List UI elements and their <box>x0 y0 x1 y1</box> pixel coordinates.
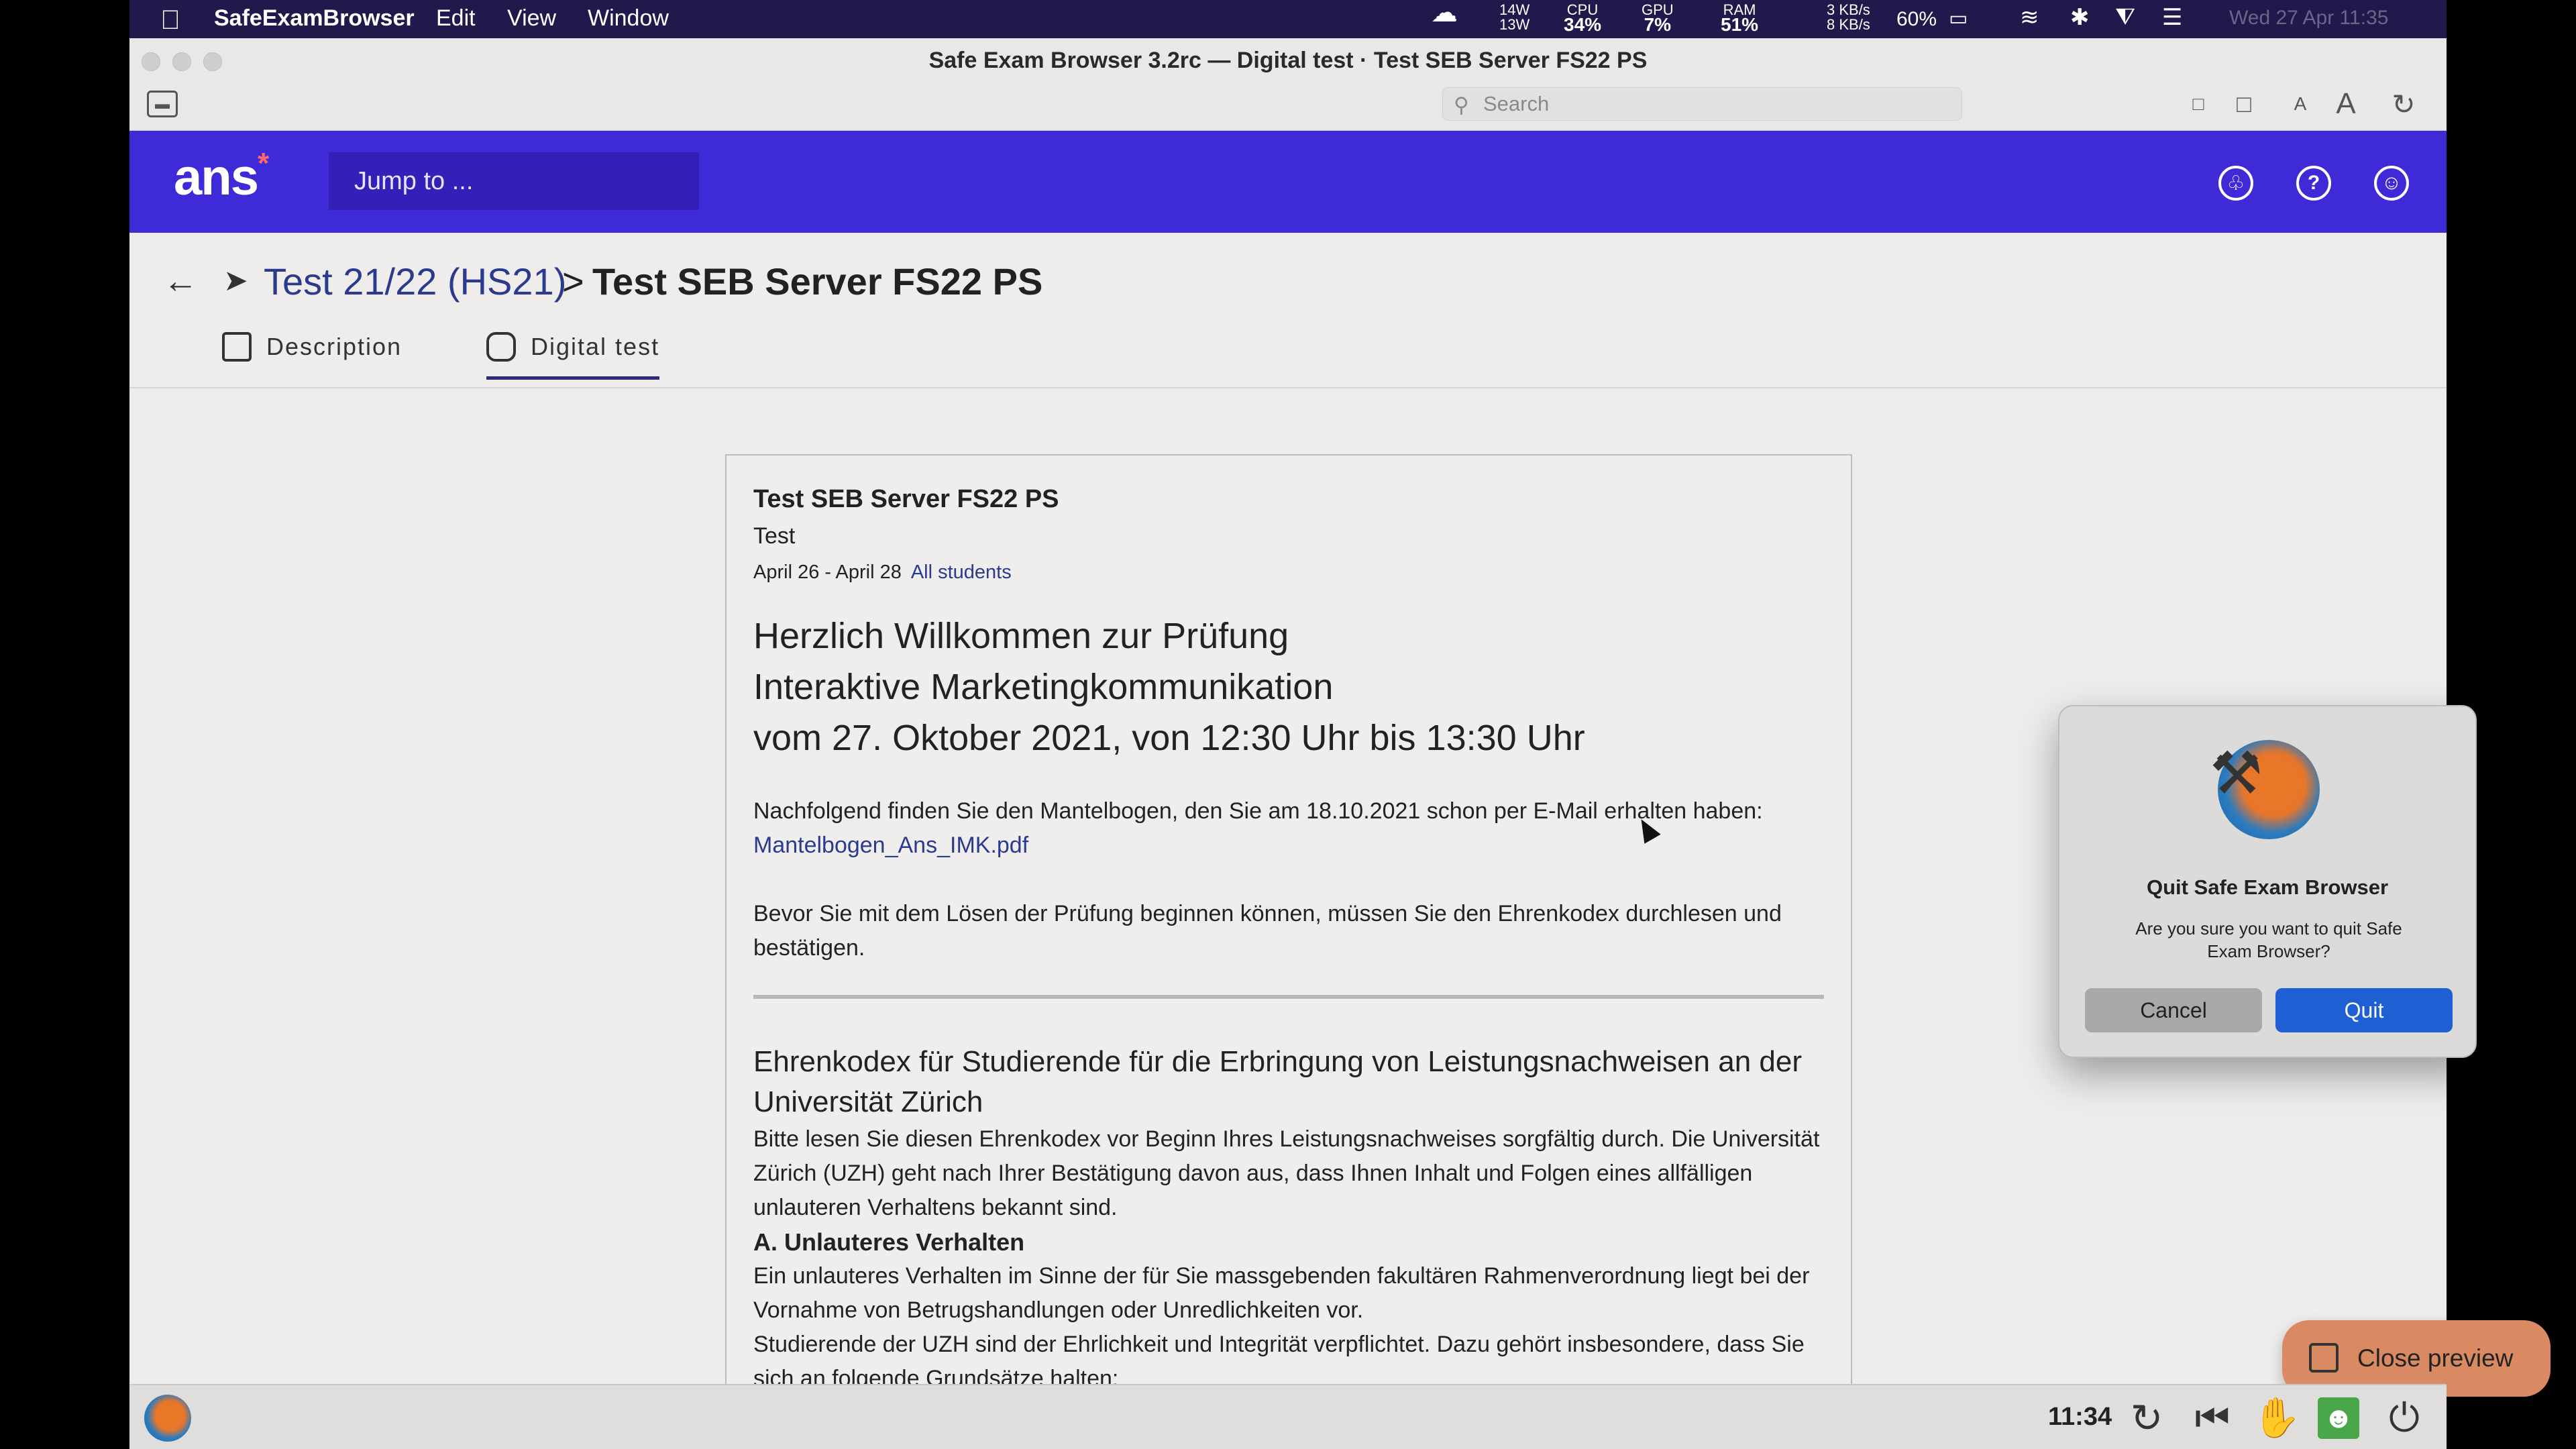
browser-window: Safe Exam Browser 3.2rc — Digital test ·… <box>129 38 2551 1449</box>
screen:  SafeExamBrowser Edit View Window ☁ 14W… <box>0 0 2576 1449</box>
logo-text: ans <box>174 149 259 206</box>
honor-code-intro: Bitte lesen Sie diesen Ehrenkodex vor Be… <box>753 1126 1820 1220</box>
clipboard-icon <box>222 332 252 362</box>
navigate-back-icon[interactable]: ⏮ <box>2189 1395 2236 1442</box>
network-stat[interactable]: 3 KB/s 8 KB/s <box>1827 3 1870 32</box>
tab-digital-test-label: Digital test <box>531 333 660 360</box>
card-subtitle: Test <box>753 523 796 549</box>
heading-line-2: Interaktive Marketingkommunikation <box>753 667 1334 707</box>
test-description-card: Test SEB Server FS22 PS Test April 26 - … <box>725 454 1852 1384</box>
intro-text: Nachfolgend finden Sie den Mantelbogen, … <box>753 798 1763 824</box>
app-header: ans* Jump to ... ♧ ? ☺ <box>129 131 2447 233</box>
close-preview-label: Close preview <box>2357 1344 2514 1372</box>
breadcrumb-area: ← ➤ Test 21/22 (HS21) > Test SEB Server … <box>129 233 2447 388</box>
text-smaller-icon[interactable]: A <box>2284 88 2316 120</box>
before-text: Bevor Sie mit dem Lösen der Prüfung begi… <box>753 901 1782 961</box>
text-larger-icon[interactable]: A <box>2330 87 2362 120</box>
bluetooth-icon[interactable]: ✱ <box>2070 4 2090 31</box>
breadcrumb-current: Test SEB Server FS22 PS <box>592 260 1043 303</box>
breadcrumb-separator: > <box>562 260 584 303</box>
quit-dialog: ⚒ Quit Safe Exam Browser Are you sure yo… <box>2058 705 2477 1058</box>
tab-digital-test[interactable]: Digital test <box>486 332 660 380</box>
seb-logo-icon[interactable] <box>144 1395 191 1442</box>
section-a-text: Ein unlauteres Verhalten im Sinne der fü… <box>753 1263 1810 1323</box>
heading-line-1: Herzlich Willkommen zur Prüfung <box>753 616 1289 656</box>
gpu-value: 7% <box>1644 14 1672 35</box>
taskbar-clock: 11:34 <box>2048 1403 2112 1431</box>
tab-description[interactable]: Description <box>222 332 402 380</box>
gpu-stat[interactable]: GPU 7% <box>1642 3 1674 35</box>
search-icon: ⚲ <box>1454 93 1469 117</box>
dialog-message: Are you sure you want to quit Safe Exam … <box>2135 918 2402 961</box>
back-arrow-icon[interactable]: ← <box>163 261 198 301</box>
proctoring-icon[interactable]: ☻ <box>2318 1397 2359 1439</box>
title-bar: Safe Exam Browser 3.2rc — Digital test ·… <box>129 38 2447 131</box>
notifications-icon[interactable]: ♧ <box>2218 166 2253 201</box>
logo-mark: * <box>257 146 269 180</box>
menu-view[interactable]: View <box>507 5 556 32</box>
menu-window[interactable]: Window <box>588 5 669 32</box>
sidebar-toggle-icon[interactable]: ▬ <box>147 91 178 117</box>
honor-code-heading: Ehrenkodex für Studierende für die Erbri… <box>753 1045 1803 1118</box>
audience-link[interactable]: All students <box>911 561 1012 583</box>
control-center-icon[interactable]: ☰ <box>2162 4 2182 31</box>
ram-value: 51% <box>1721 14 1759 35</box>
card-dates: April 26 - April 28 All students <box>753 561 1824 584</box>
apple-icon[interactable]:  <box>160 5 180 36</box>
net-bottom: 8 KB/s <box>1827 16 1870 33</box>
activity-icon[interactable]: ☁ <box>1431 0 1458 26</box>
breadcrumb-parent[interactable]: Test 21/22 (HS21) <box>264 260 566 303</box>
seb-taskbar: 11:34 ↻ ⏮ ✋ ☻ ⏻ <box>129 1384 2447 1449</box>
dialog-title: Quit Safe Exam Browser <box>2146 875 2389 899</box>
power-stat[interactable]: 14W 13W <box>1499 3 1529 32</box>
reload-page-icon[interactable]: ↻ <box>2123 1395 2170 1442</box>
attachment-link[interactable]: Mantelbogen_Ans_IMK.pdf <box>753 828 1824 863</box>
window-title: Safe Exam Browser 3.2rc — Digital test ·… <box>928 48 1648 73</box>
ans-logo[interactable]: ans* <box>174 146 269 207</box>
help-icon[interactable]: ? <box>2296 166 2331 201</box>
section-a-heading: A. Unlauteres Verhalten <box>753 1228 1025 1256</box>
section-a-text-2: Studierende der UZH sind der Ehrlichkeit… <box>753 1332 1805 1384</box>
date-range: April 26 - April 28 <box>753 561 902 583</box>
menu-bar:  SafeExamBrowser Edit View Window ☁ 14W… <box>129 0 2447 38</box>
course-icon: ➤ <box>223 264 248 297</box>
heading-line-3: vom 27. Oktober 2021, von 12:30 Uhr bis … <box>753 718 1585 758</box>
welcome-heading: Herzlich Willkommen zur Prüfung Interakt… <box>753 610 1824 763</box>
menu-app-name[interactable]: SafeExamBrowser <box>214 5 415 32</box>
tab-description-label: Description <box>266 333 402 360</box>
search-placeholder: Search <box>1483 92 1550 115</box>
battery-percent[interactable]: 60% <box>1896 8 1937 31</box>
raise-hand-icon[interactable]: ✋ <box>2253 1395 2301 1442</box>
ram-stat[interactable]: RAM 51% <box>1721 3 1759 35</box>
puzzle-icon <box>486 332 516 362</box>
cancel-button[interactable]: Cancel <box>2085 988 2262 1032</box>
wifi-icon[interactable]: ≋ <box>2020 4 2039 31</box>
airdrop-icon[interactable]: ⧨ <box>2115 4 2135 30</box>
quit-button[interactable]: Quit <box>2275 988 2453 1032</box>
menu-datetime[interactable]: Wed 27 Apr 11:35 <box>2229 7 2388 30</box>
card-title: Test SEB Server FS22 PS <box>753 485 1059 513</box>
divider <box>753 995 1824 999</box>
power-bottom: 13W <box>1499 16 1530 33</box>
reload-icon[interactable]: ↻ <box>2387 88 2420 120</box>
jump-to-placeholder: Jump to ... <box>354 166 474 195</box>
cpu-value: 34% <box>1564 14 1602 35</box>
quit-power-icon[interactable]: ⏻ <box>2381 1395 2428 1442</box>
seb-app-icon: ⚒ <box>2210 740 2320 839</box>
search-field[interactable]: ⚲ Search <box>1442 87 1962 121</box>
battery-icon[interactable]: ▭ <box>1949 7 1968 30</box>
menu-edit[interactable]: Edit <box>436 5 476 32</box>
page-icon-small[interactable]: □ <box>2182 88 2214 120</box>
jump-to-input[interactable]: Jump to ... <box>329 152 699 210</box>
exit-icon <box>2309 1343 2339 1373</box>
profile-icon[interactable]: ☺ <box>2374 166 2409 201</box>
cpu-stat[interactable]: CPU 34% <box>1564 3 1602 35</box>
page-icon-large[interactable]: □ <box>2228 88 2260 120</box>
